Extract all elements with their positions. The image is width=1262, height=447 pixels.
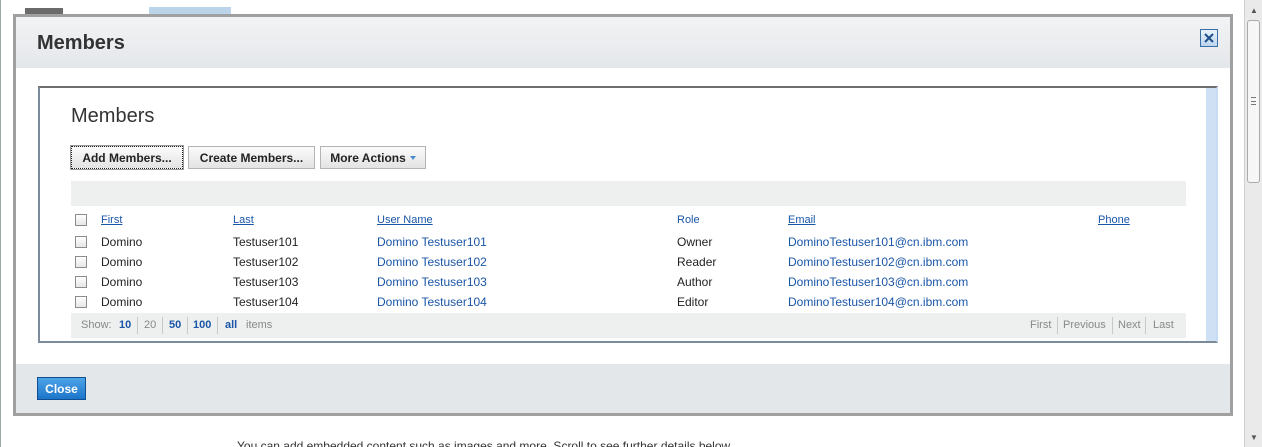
column-header-phone[interactable]: Phone bbox=[1098, 210, 1130, 230]
cell-email-link[interactable]: DominoTestuser103@cn.ibm.com bbox=[788, 272, 968, 292]
table-row: Domino Testuser101 Domino Testuser101 Ow… bbox=[71, 232, 1186, 252]
scroll-thumb[interactable] bbox=[1247, 20, 1260, 183]
close-button[interactable]: Close bbox=[37, 377, 86, 400]
pager-last: Last bbox=[1153, 319, 1174, 331]
cell-email-link[interactable]: DominoTestuser101@cn.ibm.com bbox=[788, 232, 968, 252]
cell-last-name: Testuser103 bbox=[233, 275, 299, 289]
dialog-header: Members bbox=[16, 17, 1230, 68]
cell-first-name: Domino bbox=[101, 235, 143, 249]
page-scrollbar[interactable]: ▲ ▼ bbox=[1244, 0, 1262, 447]
divider bbox=[162, 317, 163, 334]
cell-user-name-link[interactable]: Domino Testuser101 bbox=[377, 232, 487, 252]
cell-first-name: Domino bbox=[101, 295, 143, 309]
background-footer-text: You can add embedded content such as ima… bbox=[237, 439, 733, 447]
page-size-50[interactable]: 50 bbox=[169, 319, 181, 331]
members-panel: Members Add Members... Create Members...… bbox=[40, 88, 1206, 341]
divider bbox=[1145, 317, 1146, 334]
items-label: items bbox=[246, 319, 273, 331]
divider bbox=[217, 317, 218, 334]
divider bbox=[187, 317, 188, 334]
create-members-button[interactable]: Create Members... bbox=[188, 146, 315, 169]
page-size-label: Show: bbox=[81, 319, 112, 331]
pager-first: First bbox=[1030, 319, 1052, 331]
more-actions-button[interactable]: More Actions bbox=[320, 146, 426, 169]
cell-role: Author bbox=[677, 275, 713, 289]
cell-last-name: Testuser102 bbox=[233, 255, 299, 269]
add-members-button[interactable]: Add Members... bbox=[70, 145, 184, 170]
scroll-down-icon[interactable]: ▼ bbox=[1246, 429, 1262, 445]
table-row: Domino Testuser103 Domino Testuser103 Au… bbox=[71, 272, 1186, 292]
column-header-last[interactable]: Last bbox=[233, 210, 254, 230]
page-size-10[interactable]: 10 bbox=[119, 319, 131, 331]
cell-last-name: Testuser101 bbox=[233, 235, 299, 249]
column-header-role: Role bbox=[677, 214, 700, 226]
members-dialog: Members Members Add Members... Create Me… bbox=[13, 14, 1233, 416]
cell-role: Owner bbox=[677, 235, 713, 249]
filter-bar bbox=[71, 181, 1186, 206]
column-header-user-name[interactable]: User Name bbox=[377, 210, 433, 230]
cell-role: Reader bbox=[677, 255, 717, 269]
table-row: Domino Testuser102 Domino Testuser102 Re… bbox=[71, 252, 1186, 272]
divider bbox=[1057, 317, 1058, 334]
dialog-title: Members bbox=[37, 32, 125, 54]
close-icon[interactable] bbox=[1200, 29, 1218, 47]
dialog-footer: Close bbox=[16, 364, 1230, 413]
column-header-email[interactable]: Email bbox=[788, 210, 816, 230]
table-header-row: First Last User Name Role Email Phone bbox=[71, 210, 1186, 230]
row-checkbox[interactable] bbox=[75, 276, 87, 288]
page-size-100[interactable]: 100 bbox=[193, 319, 211, 331]
more-actions-label: More Actions bbox=[330, 150, 406, 165]
cell-role: Editor bbox=[677, 295, 709, 309]
page-title: Members bbox=[71, 105, 155, 127]
cell-first-name: Domino bbox=[101, 255, 143, 269]
cell-first-name: Domino bbox=[101, 275, 143, 289]
row-checkbox[interactable] bbox=[75, 296, 87, 308]
page-size-20: 20 bbox=[144, 319, 157, 331]
divider bbox=[1112, 317, 1113, 334]
column-header-first[interactable]: First bbox=[101, 210, 122, 230]
chevron-down-icon bbox=[409, 155, 416, 160]
dialog-body: Members Add Members... Create Members...… bbox=[38, 86, 1218, 343]
row-checkbox[interactable] bbox=[75, 236, 87, 248]
cell-user-name-link[interactable]: Domino Testuser103 bbox=[377, 272, 487, 292]
cell-email-link[interactable]: DominoTestuser104@cn.ibm.com bbox=[788, 292, 968, 312]
scroll-grip-icon bbox=[1251, 97, 1256, 105]
scroll-up-icon[interactable]: ▲ bbox=[1246, 2, 1262, 18]
cell-user-name-link[interactable]: Domino Testuser102 bbox=[377, 252, 487, 272]
row-checkbox[interactable] bbox=[75, 256, 87, 268]
table-row: Domino Testuser104 Domino Testuser104 Ed… bbox=[71, 292, 1186, 312]
pagination-bar: Show: 10 20 50 100 all items First Previ… bbox=[71, 313, 1186, 338]
pager-previous: Previous bbox=[1063, 319, 1106, 331]
divider bbox=[137, 317, 138, 334]
cell-last-name: Testuser104 bbox=[233, 295, 299, 309]
pager-next: Next bbox=[1118, 319, 1141, 331]
panel-right-edge bbox=[1206, 88, 1216, 341]
cell-user-name-link[interactable]: Domino Testuser104 bbox=[377, 292, 487, 312]
cell-email-link[interactable]: DominoTestuser102@cn.ibm.com bbox=[788, 252, 968, 272]
select-all-checkbox[interactable] bbox=[75, 214, 87, 226]
page-size-all[interactable]: all bbox=[225, 319, 237, 331]
